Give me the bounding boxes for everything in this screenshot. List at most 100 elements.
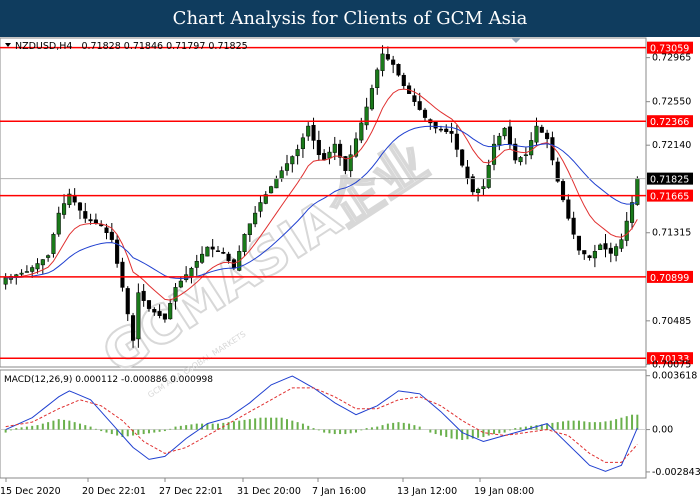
candle-bear-body — [391, 59, 396, 65]
candle-bull-body — [486, 165, 491, 188]
candle-bull-body — [61, 203, 67, 215]
level-price-label: 0.70899 — [650, 273, 689, 284]
candle-bull-body — [375, 69, 380, 88]
candle-bear-body — [72, 195, 77, 203]
candle-bear-body — [221, 252, 226, 254]
candle-bear-body — [438, 128, 443, 131]
candle-bear-body — [141, 290, 146, 301]
candle-bull-body — [51, 234, 56, 254]
candle-bear-body — [104, 227, 109, 233]
candle-bear-body — [449, 130, 454, 134]
x-tick-label: 7 Jan 16:00 — [312, 486, 366, 497]
candle-bull-body — [380, 53, 385, 71]
candle-bear-body — [571, 217, 576, 235]
candle-bear-body — [444, 128, 449, 132]
candle-bull-body — [491, 143, 497, 165]
candle-bull-body — [173, 287, 178, 302]
candle-bear-body — [88, 219, 93, 222]
candle-bull-body — [359, 122, 364, 141]
candle-bear-body — [550, 137, 555, 161]
ohlc-values: 0.71828 0.71846 0.71797 0.71825 — [81, 41, 247, 52]
y-tick-label: 0.71315 — [652, 228, 691, 239]
candle-bear-body — [215, 250, 221, 252]
candle — [369, 84, 374, 111]
candle-bull-body — [332, 143, 337, 153]
x-tick-label: 13 Jan 12:00 — [397, 486, 457, 497]
candle-bull-body — [194, 260, 199, 268]
level-price-label: 0.72366 — [650, 117, 689, 128]
y-tick-label: 0.72140 — [652, 140, 691, 151]
candle-bear-body — [545, 132, 550, 140]
candle — [136, 283, 141, 348]
chart-title: Chart Analysis for Clients of GCM Asia — [172, 8, 528, 29]
candle-bull-body — [502, 127, 507, 137]
candle-bear-body — [566, 199, 571, 219]
candle-bull-body — [476, 188, 481, 193]
current-price-label: 0.71825 — [650, 175, 689, 186]
candle-bull-body — [624, 220, 629, 241]
candle-bull-body — [290, 156, 295, 165]
candle — [120, 257, 125, 292]
candle — [51, 232, 56, 258]
candle-bear-body — [587, 255, 592, 258]
candle-bull-body — [306, 125, 311, 137]
candle-bear-body — [226, 253, 231, 262]
candle — [635, 176, 640, 206]
macd-y-tick-label: 0.003618 — [652, 371, 697, 382]
candle — [470, 174, 475, 196]
candle-bull-body — [300, 137, 305, 149]
candle-bear-body — [316, 139, 321, 155]
candle-bull-body — [30, 267, 35, 272]
candle-bull-body — [497, 135, 502, 146]
candle — [115, 235, 120, 268]
candle-bear-body — [396, 63, 401, 76]
candle-bull-body — [327, 151, 332, 159]
macd-label: MACD(12,26,9) 0.000112 -0.000886 0.00099… — [4, 375, 213, 385]
candle-bull-body — [3, 277, 8, 285]
candle-bear-body — [460, 149, 465, 166]
price-chart[interactable]: GCMASIA企业 GCM ASIA GLOBAL MARKETS 0.7305… — [0, 37, 700, 500]
candle-bear-body — [322, 153, 327, 161]
candle-bear-body — [131, 315, 136, 341]
candle-bull-body — [635, 178, 640, 205]
candle-bear-body — [311, 124, 316, 141]
y-tick-label: 0.72965 — [652, 53, 691, 64]
candle-bull-body — [592, 251, 597, 259]
candle-bear-body — [454, 133, 459, 150]
candle-bear-body — [77, 202, 83, 211]
candle-bear-body — [401, 74, 406, 87]
candle-bull-body — [56, 212, 61, 235]
candle-bear-body — [338, 143, 343, 158]
candle-bear-body — [576, 235, 582, 251]
candle-bull-body — [35, 263, 40, 270]
candle-bull-body — [189, 268, 194, 277]
candle-bear-body — [231, 259, 236, 269]
y-tick-label: 0.70075 — [652, 359, 691, 370]
candle-bear-body — [152, 308, 157, 313]
candle-bull-body — [364, 106, 369, 126]
candle-bear-body — [146, 300, 152, 309]
candle-bear-body — [93, 219, 98, 224]
candle-bull-body — [481, 186, 486, 189]
x-tick-label: 19 Jan 08:00 — [474, 486, 534, 497]
candle-bear-body — [539, 126, 544, 133]
candle-bull-body — [205, 246, 210, 257]
candle-bull-body — [258, 202, 263, 212]
candle-bear-body — [603, 243, 608, 250]
candle-bear-body — [608, 247, 613, 254]
candle — [269, 185, 274, 194]
candle-bull-body — [619, 239, 624, 249]
candle-bear-body — [582, 250, 587, 255]
x-tick-label: 27 Dec 22:01 — [159, 486, 223, 497]
chart-title-bar: Chart Analysis for Clients of GCM Asia — [0, 0, 700, 37]
macd-panel-frame — [0, 369, 647, 479]
candle-bull-body — [529, 140, 534, 156]
candle-bull-body — [518, 157, 523, 163]
candle-bear-body — [83, 211, 88, 219]
candle-bull-body — [19, 272, 24, 275]
symbol-info: NZDUSD,H4 0.71828 0.71846 0.71797 0.7182… — [15, 41, 248, 52]
candle-bull-body — [274, 178, 279, 189]
candle-bear-body — [109, 231, 114, 240]
candle-bear-body — [210, 246, 215, 250]
candle-bear-body — [412, 95, 417, 102]
